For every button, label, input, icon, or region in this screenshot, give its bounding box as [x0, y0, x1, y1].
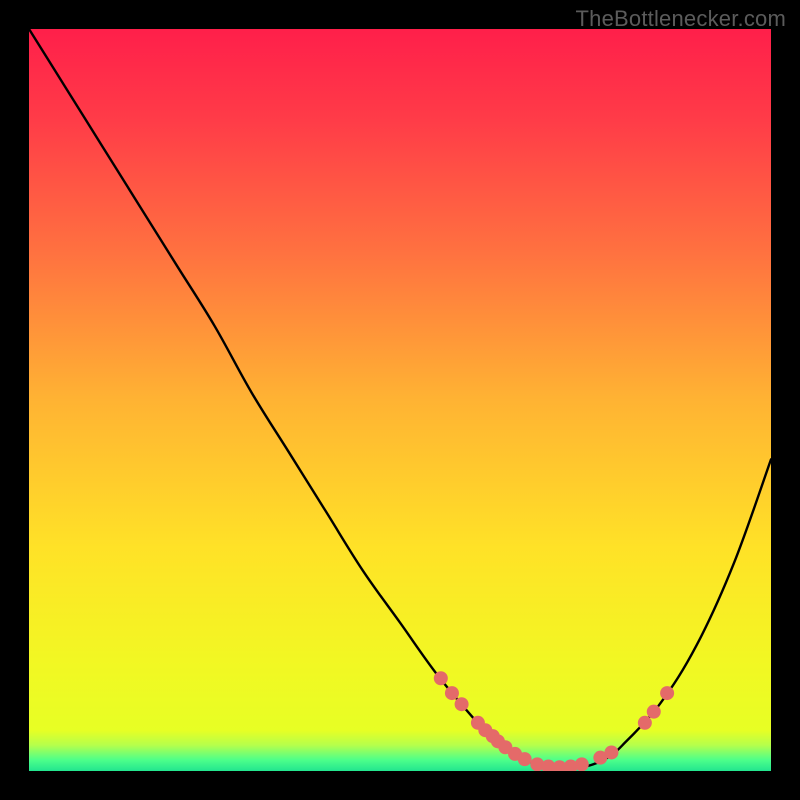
curve-marker: [604, 745, 618, 759]
curve-marker: [445, 686, 459, 700]
curve-marker: [660, 686, 674, 700]
curve-marker: [575, 757, 589, 771]
curve-marker: [455, 697, 469, 711]
curve-marker: [638, 716, 652, 730]
curve-marker: [647, 705, 661, 719]
curve-marker: [518, 752, 532, 766]
chart-background: [29, 29, 771, 771]
chart-frame: [29, 29, 771, 771]
bottleneck-chart: [29, 29, 771, 771]
curve-marker: [434, 671, 448, 685]
